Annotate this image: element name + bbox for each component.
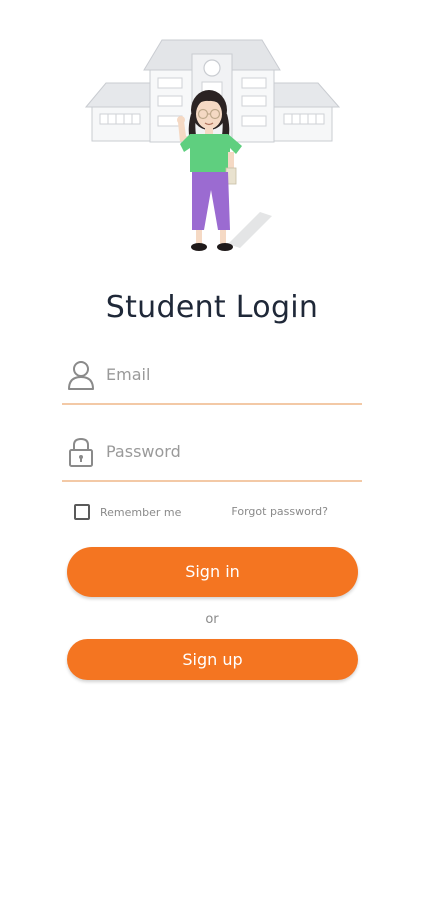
forgot-password-link[interactable]: Forgot password? bbox=[231, 505, 328, 518]
checkbox-box[interactable] bbox=[74, 504, 90, 520]
remember-me-checkbox[interactable]: Remember me bbox=[74, 502, 181, 522]
sign-in-button[interactable]: Sign in bbox=[67, 547, 358, 597]
remember-me-label: Remember me bbox=[100, 505, 182, 519]
school-student-illustration bbox=[80, 30, 344, 265]
password-field[interactable] bbox=[62, 434, 362, 482]
user-icon bbox=[66, 359, 96, 391]
page-title: Student Login bbox=[105, 290, 319, 325]
email-field[interactable] bbox=[62, 357, 362, 405]
sign-up-button[interactable]: Sign up bbox=[67, 639, 358, 680]
email-input[interactable] bbox=[106, 357, 356, 391]
password-input[interactable] bbox=[106, 434, 356, 468]
or-divider-text: or bbox=[205, 612, 219, 627]
lock-icon bbox=[66, 436, 96, 468]
